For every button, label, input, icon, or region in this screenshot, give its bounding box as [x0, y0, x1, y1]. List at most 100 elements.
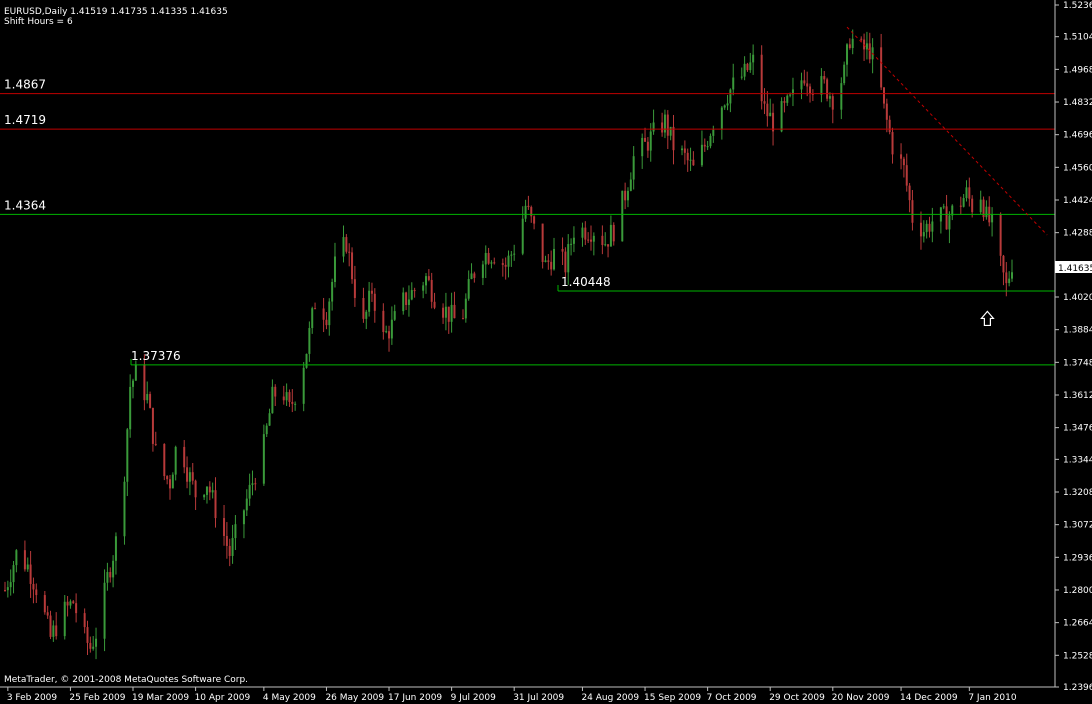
candle-body: [629, 179, 632, 191]
candle-body: [481, 264, 484, 278]
candle-body: [328, 301, 331, 326]
candle-body: [860, 38, 863, 40]
candle-body: [43, 595, 46, 613]
price-chart[interactable]: 1.4867 1.4719 1.4364 1.40448 1.37376 1.52360…: [0, 0, 1092, 704]
candle-body: [723, 105, 726, 108]
candle-body: [624, 190, 627, 201]
candle-body: [612, 224, 615, 242]
candle-body: [464, 298, 467, 319]
candle-body: [245, 498, 248, 511]
candle-body: [322, 308, 325, 320]
time-tick-label: 31 Jul 2009: [513, 693, 564, 703]
symbol-info: EURUSD,Daily 1.41519 1.41735 1.41335 1.4…: [4, 7, 228, 17]
candle-body: [550, 261, 553, 270]
time-tick-label: 26 May 2009: [325, 693, 384, 703]
candle-body: [66, 601, 69, 606]
candle-body: [743, 63, 746, 77]
time-tick-label: 3 Feb 2009: [7, 693, 58, 703]
price-tick-label: 1.33440: [1063, 455, 1092, 465]
candle-body: [490, 262, 493, 264]
candle-body: [203, 494, 206, 498]
candle-body: [52, 625, 55, 637]
candle-body: [29, 564, 32, 584]
candle-body: [251, 483, 254, 485]
time-tick-label: 4 May 2009: [263, 693, 316, 703]
candle-body: [979, 199, 982, 213]
candle-body: [911, 200, 914, 223]
candle-body: [644, 137, 647, 142]
time-tick-label: 19 Mar 2009: [132, 693, 189, 703]
candle-body: [268, 413, 271, 426]
price-tick-label: 1.51040: [1063, 33, 1092, 43]
candle-body: [572, 237, 575, 244]
candle-body: [112, 560, 115, 578]
candle-body: [467, 279, 470, 299]
candle-body: [15, 550, 18, 566]
candle-body: [900, 154, 903, 159]
candle-body: [567, 244, 570, 273]
candle-body: [331, 281, 334, 302]
candle-body: [846, 44, 849, 65]
price-tick-label: 1.49680: [1063, 65, 1092, 75]
candle-body: [351, 252, 354, 280]
candle-body: [362, 297, 365, 319]
candle-body: [692, 159, 695, 166]
candle-body: [430, 279, 433, 302]
candle-body: [601, 235, 604, 246]
price-tick-label: 1.23960: [1063, 683, 1092, 693]
candle-body: [353, 279, 356, 298]
candle-body: [447, 306, 450, 322]
candle-body: [922, 232, 925, 237]
candle-body: [191, 472, 194, 481]
candle-body: [661, 122, 664, 133]
candle-body: [663, 114, 666, 133]
candle-body: [968, 187, 971, 199]
candle-body: [686, 152, 689, 161]
candle-body: [473, 273, 476, 278]
candle-body: [134, 364, 137, 381]
candle-body: [69, 601, 72, 606]
candle-body: [604, 244, 607, 246]
time-tick-label: 7 Jan 2010: [968, 693, 1016, 703]
candle-body: [865, 43, 868, 50]
candle-body: [971, 198, 974, 213]
candle-body: [1011, 272, 1013, 279]
candle-body: [348, 251, 351, 253]
candle-body: [6, 587, 9, 591]
candle-body: [208, 486, 211, 493]
candle-body: [262, 434, 265, 484]
candle-body: [891, 132, 894, 155]
current-price-tag: 1.41635: [1055, 261, 1092, 274]
candle-body: [709, 135, 712, 147]
candle-body: [450, 304, 453, 322]
candle-body: [806, 83, 809, 87]
candle-body: [92, 646, 95, 649]
level-label: 1.37376: [131, 349, 181, 363]
candle-body: [75, 603, 78, 614]
candle-body: [23, 550, 26, 570]
candle-body: [493, 262, 496, 264]
candle-body: [35, 589, 38, 596]
candle-body: [95, 638, 98, 647]
candle-body: [880, 47, 883, 88]
candle-body: [882, 87, 885, 104]
candle-body: [760, 54, 763, 102]
candle-body: [843, 64, 846, 84]
candle-body: [123, 481, 126, 537]
candle-body: [652, 122, 655, 132]
candle-body: [826, 79, 829, 99]
time-tick-label: 29 Oct 2009: [769, 693, 825, 703]
candle-body: [325, 319, 328, 326]
price-tick-label: 1.34760: [1063, 424, 1092, 434]
candle-body: [789, 94, 792, 96]
candle-body: [1002, 255, 1005, 273]
candle-body: [4, 589, 6, 591]
candle-body: [885, 103, 888, 120]
candle-body: [729, 89, 732, 104]
level-label: 1.40448: [561, 275, 611, 289]
candle-body: [126, 429, 129, 482]
candle-body: [291, 401, 294, 404]
candle-body: [26, 564, 29, 570]
candle-body: [561, 248, 564, 252]
candle-body: [547, 260, 550, 262]
